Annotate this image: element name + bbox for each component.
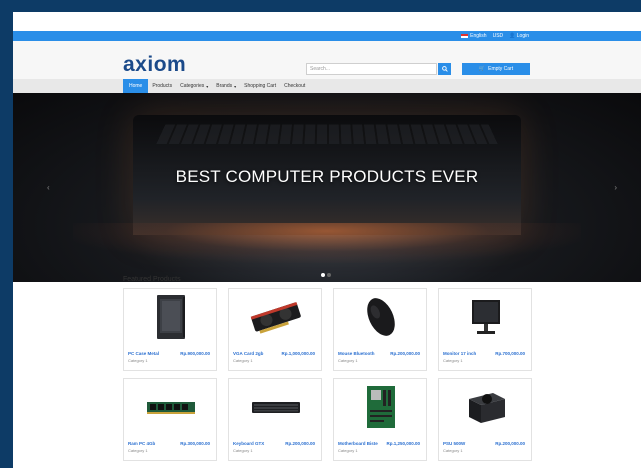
- hero-glow: [73, 223, 581, 263]
- language-selector[interactable]: English: [461, 33, 487, 39]
- gpu-icon: [229, 291, 323, 343]
- nav-brands[interactable]: Brands ▾: [212, 79, 240, 93]
- nav-categories[interactable]: Categories ▾: [176, 79, 212, 93]
- product-price: Rp.200,000.00: [390, 351, 420, 356]
- keyboard-icon: [229, 381, 323, 433]
- carousel-indicators: [321, 273, 331, 277]
- ram-icon: [124, 381, 218, 433]
- motherboard-icon: [334, 381, 428, 433]
- featured-title: Featured Products: [123, 276, 181, 283]
- product-price: Rp.700,000.00: [495, 351, 525, 356]
- login-label: Login: [516, 33, 529, 39]
- nav-home[interactable]: Home: [123, 79, 149, 93]
- chevron-down-icon: ▾: [206, 83, 209, 89]
- product-card[interactable]: Monitor 17 inch Rp.700,000.00 Category 1: [438, 288, 532, 371]
- product-card[interactable]: Motherboard Biste Rp.1,250,000.00 Catego…: [333, 378, 427, 461]
- product-name[interactable]: PSU 500W: [443, 441, 465, 446]
- product-card[interactable]: PC Case Metal Rp.900,000.00 Category 1: [123, 288, 217, 371]
- carousel-next-icon[interactable]: ›: [614, 183, 617, 192]
- main-nav: Home Products Categories ▾ Brands ▾ Shoppi…: [13, 79, 641, 93]
- nav-shopping-cart[interactable]: Shopping Cart: [240, 79, 280, 93]
- nav-products[interactable]: Products: [148, 79, 176, 93]
- search-icon: [441, 66, 448, 72]
- product-name[interactable]: Monitor 17 inch: [443, 351, 476, 356]
- cart-label: Empty Cart: [488, 66, 514, 72]
- nav-checkout[interactable]: Checkout: [280, 79, 309, 93]
- mouse-icon: [334, 291, 428, 343]
- product-name[interactable]: Ram PC 4Gb: [128, 441, 155, 446]
- product-name[interactable]: Mouse Bluetooth: [338, 351, 375, 356]
- product-name[interactable]: PC Case Metal: [128, 351, 159, 356]
- product-category: Category 1: [443, 448, 463, 453]
- product-category: Category 1: [233, 448, 253, 453]
- cart-icon: 🛒: [478, 66, 486, 72]
- currency-selector[interactable]: USD: [493, 33, 504, 39]
- search-button[interactable]: [438, 63, 451, 75]
- carousel-dot[interactable]: [321, 273, 325, 277]
- product-name[interactable]: Motherboard Biste: [338, 441, 378, 446]
- language-label: English: [470, 33, 487, 39]
- product-card[interactable]: Ram PC 4Gb Rp.300,000.00 Category 1: [123, 378, 217, 461]
- product-price: Rp.200,000.00: [495, 441, 525, 446]
- hero-keyboard-image: [156, 124, 498, 145]
- product-price: Rp.200,000.00: [285, 441, 315, 446]
- pc-case-icon: [124, 291, 218, 343]
- product-price: Rp.1,000,000.00: [281, 351, 315, 356]
- hero-title: BEST COMPUTER PRODUCTS EVER: [175, 167, 479, 186]
- product-price: Rp.1,250,000.00: [386, 441, 420, 446]
- product-category: Category 1: [233, 358, 253, 363]
- product-card[interactable]: PSU 500W Rp.200,000.00 Category 1: [438, 378, 532, 461]
- flag-icon: [461, 34, 469, 38]
- product-category: Category 1: [128, 358, 148, 363]
- hero-carousel[interactable]: BEST COMPUTER PRODUCTS EVER ‹ ›: [13, 93, 641, 282]
- product-category: Category 1: [443, 358, 463, 363]
- product-card[interactable]: Keyboard GTX Rp.200,000.00 Category 1: [228, 378, 322, 461]
- product-category: Category 1: [128, 448, 148, 453]
- page-frame: English USD 👤 Login axiom Search... 🛒 Em…: [13, 12, 641, 468]
- psu-icon: [439, 381, 533, 433]
- product-name[interactable]: Keyboard GTX: [233, 441, 264, 446]
- site-logo[interactable]: axiom: [123, 53, 186, 77]
- product-card[interactable]: VGA Card 2gb Rp.1,000,000.00 Category 1: [228, 288, 322, 371]
- product-price: Rp.300,000.00: [180, 441, 210, 446]
- product-grid: PC Case Metal Rp.900,000.00 Category 1 V…: [123, 288, 533, 461]
- product-name[interactable]: VGA Card 2gb: [233, 351, 263, 356]
- carousel-prev-icon[interactable]: ‹: [47, 183, 50, 192]
- product-category: Category 1: [338, 448, 358, 453]
- product-price: Rp.900,000.00: [180, 351, 210, 356]
- monitor-icon: [439, 291, 533, 343]
- carousel-dot[interactable]: [327, 273, 331, 277]
- search-input[interactable]: Search...: [306, 63, 437, 75]
- product-card[interactable]: Mouse Bluetooth Rp.200,000.00 Category 1: [333, 288, 427, 371]
- login-link[interactable]: 👤 Login: [509, 33, 529, 39]
- product-category: Category 1: [338, 358, 358, 363]
- top-utility-bar: English USD 👤 Login: [13, 31, 641, 41]
- chevron-down-icon: ▾: [234, 83, 237, 89]
- cart-button[interactable]: 🛒 Empty Cart: [462, 63, 530, 75]
